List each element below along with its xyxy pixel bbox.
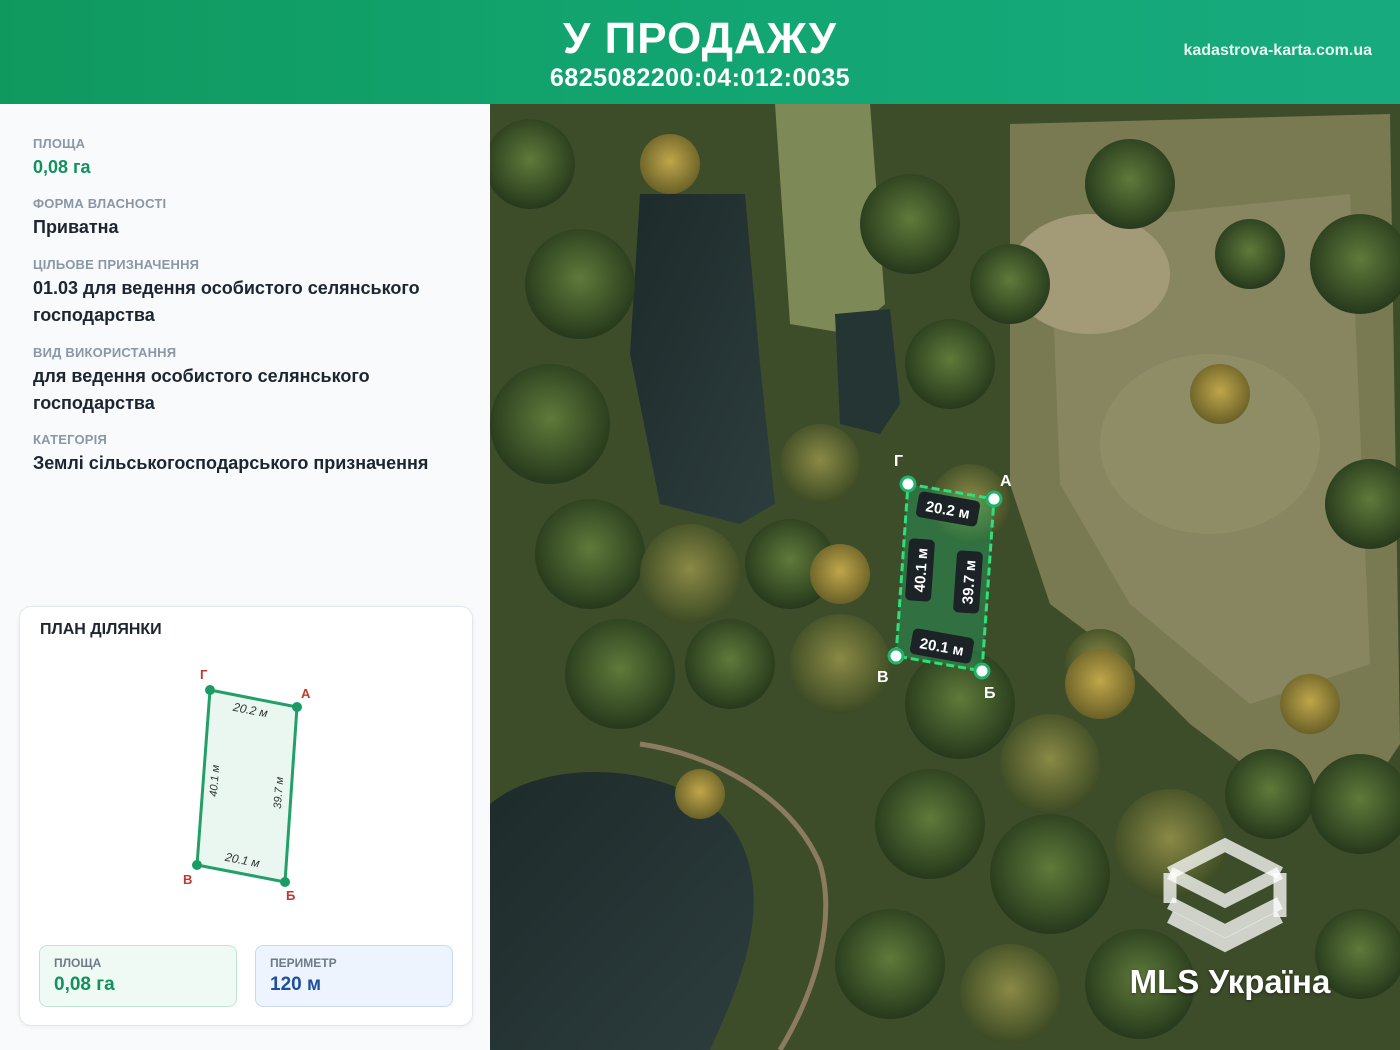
plan-vertex-v-label: В	[183, 872, 192, 887]
map-side-right-badge: 39.7 м	[953, 550, 983, 614]
plan-vertex-a-marker	[292, 702, 302, 712]
site-link[interactable]: kadastrova-karta.com.ua	[1183, 42, 1372, 60]
cadastral-number: 6825082200:04:012:0035	[549, 64, 851, 92]
plan-perimeter-label: ПЕРИМЕТР	[270, 956, 337, 970]
usage-field: ВИД ВИКОРИСТАННЯ для ведення особистого …	[33, 345, 473, 417]
usage-value: для ведення особистого селянського госпо…	[33, 366, 370, 413]
map-vertex-g-marker[interactable]	[899, 475, 917, 493]
map-side-left-badge: 40.1 м	[905, 538, 935, 602]
plan-vertex-b-label: Б	[286, 888, 295, 903]
purpose-value: 01.03 для ведення особистого селянського…	[33, 278, 420, 325]
map-vertex-a-marker[interactable]	[985, 490, 1003, 508]
area-field: ПЛОЩА 0,08 га	[33, 136, 473, 181]
plan-vertex-g-label: Г	[200, 667, 208, 682]
usage-label: ВИД ВИКОРИСТАННЯ	[33, 345, 177, 360]
category-field: КАТЕГОРІЯ Землі сільськогосподарського п…	[33, 432, 483, 477]
plan-vertex-v-marker	[192, 860, 202, 870]
plan-vertex-g-marker	[205, 685, 215, 695]
plan-perimeter-stat: ПЕРИМЕТР 120 м	[255, 945, 453, 1007]
ownership-field: ФОРМА ВЛАСНОСТІ Приватна	[33, 196, 473, 241]
purpose-label: ЦІЛЬОВЕ ПРИЗНАЧЕННЯ	[33, 257, 200, 272]
plan-vertex-a-label: А	[301, 686, 311, 701]
plan-card: ПЛАН ДІЛЯНКИ Г А Б В 20.2 м 20.1 м 40.1 …	[19, 606, 473, 1026]
area-value: 0,08 га	[33, 157, 91, 177]
category-label: КАТЕГОРІЯ	[33, 432, 108, 447]
mls-logo-icon	[1163, 837, 1287, 953]
map-side-left-label: 40.1 м	[911, 547, 931, 593]
header-banner: У ПРОДАЖУ 6825082200:04:012:0035 kadastr…	[0, 0, 1400, 104]
plan-vertex-b-marker	[280, 877, 290, 887]
plan-area-stat: ПЛОЩА 0,08 га	[39, 945, 237, 1007]
map-vertex-b-label: Б	[984, 685, 996, 702]
plan-side-right-label: 39.7 м	[272, 776, 286, 809]
mls-brand-text: MLS Україна	[1129, 963, 1331, 1000]
map-vertex-a-label: А	[1000, 473, 1012, 490]
map-vertex-v-marker[interactable]	[887, 647, 905, 665]
plan-area-label: ПЛОЩА	[54, 956, 102, 970]
ownership-value: Приватна	[33, 217, 119, 237]
map-vertex-b-marker[interactable]	[973, 662, 991, 680]
plan-side-left-label: 40.1 м	[208, 764, 222, 797]
purpose-field: ЦІЛЬОВЕ ПРИЗНАЧЕННЯ 01.03 для ведення ос…	[33, 257, 473, 329]
category-value: Землі сільськогосподарського призначення	[33, 453, 429, 473]
mls-watermark: MLS Україна	[1120, 825, 1340, 1005]
area-label: ПЛОЩА	[33, 136, 86, 151]
map-vertex-v-label: В	[877, 669, 889, 686]
plan-perimeter-value: 120 м	[270, 974, 322, 995]
ownership-label: ФОРМА ВЛАСНОСТІ	[33, 196, 167, 211]
map-vertex-g-label: Г	[894, 453, 903, 470]
map-side-right-label: 39.7 м	[959, 559, 979, 605]
plan-area-value: 0,08 га	[54, 974, 115, 995]
